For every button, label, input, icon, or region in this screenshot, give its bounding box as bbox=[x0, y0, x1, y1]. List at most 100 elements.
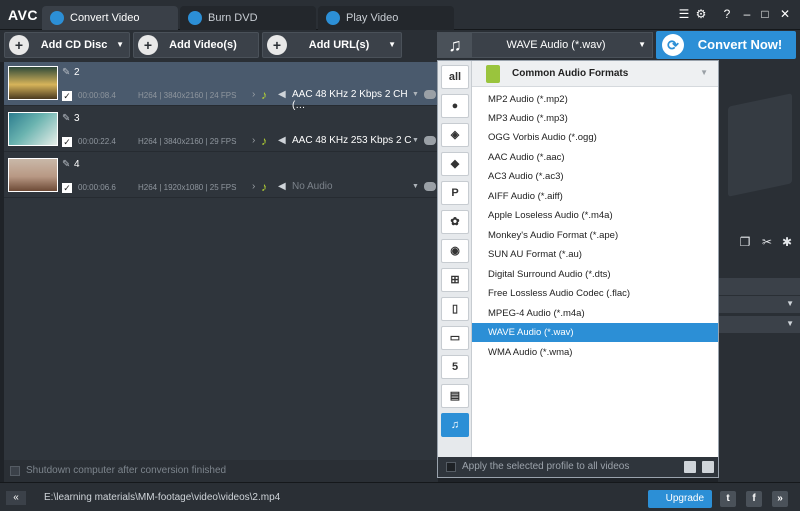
category-apple-icon[interactable]: ● bbox=[441, 94, 469, 118]
tab-play-video[interactable]: Play Video bbox=[318, 6, 454, 30]
category-lg-icon[interactable]: ◉ bbox=[441, 239, 469, 263]
menu-icon[interactable]: ☰ bbox=[677, 7, 691, 21]
add-url-icon: + bbox=[267, 35, 287, 55]
twitter-icon[interactable]: t bbox=[720, 491, 736, 507]
video-thumbnail bbox=[8, 112, 58, 146]
category-tv-icon[interactable]: ▭ bbox=[441, 326, 469, 350]
add-cd-disc-button[interactable]: + Add CD Disc ▼ bbox=[4, 32, 130, 58]
add-video-button[interactable]: + Add Video(s) bbox=[133, 32, 259, 58]
speaker-icon: ◀ bbox=[278, 89, 286, 100]
help-icon[interactable]: ? bbox=[720, 7, 734, 21]
video-info: H264 | 1920x1080 | 25 FPS bbox=[138, 183, 237, 192]
category-film-icon[interactable]: ▤ bbox=[441, 384, 469, 408]
profile-dropdown: all ● ◈ ◆ P ✿ ◉ ⊞ ▯ ▭ 5 ▤ ♫ Common Audio… bbox=[437, 60, 719, 478]
file-name: 4 bbox=[74, 159, 80, 170]
close-icon[interactable]: ✕ bbox=[778, 7, 792, 21]
chevron-down-icon: ▼ bbox=[412, 183, 419, 190]
format-item[interactable]: MP2 Audio (*.mp2) bbox=[472, 90, 718, 109]
chevron-down-icon[interactable]: ▼ bbox=[388, 33, 396, 57]
category-music-icon[interactable]: ♫ bbox=[441, 413, 469, 437]
chevron-down-icon: ▼ bbox=[638, 40, 646, 49]
category-huawei-icon[interactable]: ✿ bbox=[441, 210, 469, 234]
format-item[interactable]: Apple Loseless Audio (*.m4a) bbox=[472, 206, 718, 225]
format-item[interactable]: Monkey's Audio Format (*.ape) bbox=[472, 226, 718, 245]
category-html5-icon[interactable]: 5 bbox=[441, 355, 469, 379]
format-item[interactable]: AIFF Audio (*.aiff) bbox=[472, 187, 718, 206]
settings-row[interactable]: ▼ bbox=[718, 316, 800, 334]
button-label: Add URL(s) bbox=[308, 39, 370, 51]
file-checkbox[interactable]: ✓ bbox=[62, 183, 72, 193]
convert-now-button[interactable]: ⟳ Convert Now! bbox=[656, 31, 796, 59]
format-item[interactable]: AC3 Audio (*.ac3) bbox=[472, 167, 718, 186]
manage-profile-icon[interactable] bbox=[702, 461, 714, 473]
expand-icon[interactable]: » bbox=[772, 491, 788, 507]
chevron-right-icon: › bbox=[252, 135, 256, 146]
format-item[interactable]: OGG Vorbis Audio (*.ogg) bbox=[472, 128, 718, 147]
format-item-selected[interactable]: WAVE Audio (*.wav) bbox=[472, 323, 718, 342]
app-logo: AVC bbox=[8, 7, 39, 23]
shutdown-checkbox[interactable] bbox=[10, 466, 20, 476]
format-item[interactable]: AAC Audio (*.aac) bbox=[472, 148, 718, 167]
subtitle-icon[interactable] bbox=[424, 182, 436, 191]
category-playstation-icon[interactable]: P bbox=[441, 181, 469, 205]
speaker-icon: ◀ bbox=[278, 135, 286, 146]
video-info: H264 | 3840x2160 | 29 FPS bbox=[138, 137, 237, 146]
file-checkbox[interactable]: ✓ bbox=[62, 137, 72, 147]
music-note-icon: ♫ bbox=[438, 33, 472, 57]
category-android-tablet-icon[interactable]: ◈ bbox=[441, 123, 469, 147]
music-note-icon: ♪ bbox=[261, 134, 267, 148]
chevron-right-icon: › bbox=[252, 89, 256, 100]
minimize-icon[interactable]: – bbox=[740, 7, 754, 21]
format-group-header[interactable]: Common Audio Formats ▼ bbox=[472, 61, 718, 87]
button-label: Add CD Disc bbox=[40, 39, 108, 51]
subtitle-icon[interactable] bbox=[424, 136, 436, 145]
shutdown-option: Shutdown computer after conversion finis… bbox=[4, 460, 438, 482]
format-item[interactable]: WMA Audio (*.wma) bbox=[472, 343, 718, 362]
chevron-down-icon: ▼ bbox=[786, 299, 794, 308]
chevron-down-icon: ▼ bbox=[412, 137, 419, 144]
file-row[interactable]: ✎ 4 ✓ 00:00:06.6 H264 | 1920x1080 | 25 F… bbox=[4, 154, 438, 198]
apply-all-bar: Apply the selected profile to all videos bbox=[438, 457, 718, 477]
video-thumbnail bbox=[8, 158, 58, 192]
edit-icon[interactable]: ✎ bbox=[62, 113, 70, 124]
settings-row[interactable] bbox=[718, 278, 800, 296]
facebook-icon[interactable]: f bbox=[746, 491, 762, 507]
apply-all-checkbox[interactable] bbox=[446, 462, 456, 472]
edit-icon[interactable]: ✎ bbox=[62, 67, 70, 78]
add-url-button[interactable]: + Add URL(s) ▼ bbox=[262, 32, 402, 58]
edit-icon[interactable]: ✎ bbox=[62, 159, 70, 170]
tab-convert-video[interactable]: Convert Video bbox=[42, 6, 178, 30]
format-item[interactable]: Free Lossless Audio Codec (.flac) bbox=[472, 284, 718, 303]
shutdown-label: Shutdown computer after conversion finis… bbox=[26, 465, 227, 476]
format-item[interactable]: Digital Surround Audio (*.dts) bbox=[472, 265, 718, 284]
category-android-icon[interactable]: ◆ bbox=[441, 152, 469, 176]
maximize-icon[interactable]: □ bbox=[758, 7, 772, 21]
audio-track-select[interactable]: AAC 48 KHz 2 Kbps 2 CH (… bbox=[292, 89, 420, 111]
copy-icon[interactable]: ❐ bbox=[738, 235, 752, 249]
collapse-icon[interactable]: « bbox=[6, 491, 26, 505]
file-row[interactable]: ✎ 3 ✓ 00:00:22.4 H264 | 3840x2160 | 29 F… bbox=[4, 108, 438, 152]
output-profile-select[interactable]: ♫ WAVE Audio (*.wav) ▼ bbox=[437, 32, 653, 58]
settings-row[interactable]: ▼ bbox=[718, 296, 800, 314]
chevron-right-icon: › bbox=[252, 181, 256, 192]
duration: 00:00:22.4 bbox=[78, 137, 116, 146]
scissors-icon[interactable]: ✂ bbox=[760, 235, 774, 249]
gear-icon[interactable]: ⚙ bbox=[694, 7, 708, 21]
effects-icon[interactable]: ✱ bbox=[780, 235, 794, 249]
file-row[interactable]: ✎ 2 ✓ 00:00:08.4 H264 | 3840x2160 | 24 F… bbox=[4, 62, 438, 111]
format-item[interactable]: MPEG-4 Audio (*.m4a) bbox=[472, 304, 718, 323]
category-all-icon[interactable]: all bbox=[441, 65, 469, 89]
chevron-down-icon[interactable]: ▼ bbox=[116, 33, 124, 57]
tab-burn-dvd[interactable]: Burn DVD bbox=[180, 6, 316, 30]
audio-track-select[interactable]: AAC 48 KHz 253 Kbps 2 C bbox=[292, 135, 420, 149]
format-item[interactable]: MP3 Audio (*.mp3) bbox=[472, 109, 718, 128]
upgrade-button[interactable]: Upgrade bbox=[648, 490, 712, 508]
category-phone-icon[interactable]: ▯ bbox=[441, 297, 469, 321]
file-checkbox[interactable]: ✓ bbox=[62, 91, 72, 101]
category-windows-icon[interactable]: ⊞ bbox=[441, 268, 469, 292]
format-item[interactable]: SUN AU Format (*.au) bbox=[472, 245, 718, 264]
add-profile-icon[interactable] bbox=[684, 461, 696, 473]
chevron-down-icon[interactable]: ▼ bbox=[700, 68, 708, 77]
subtitle-icon[interactable] bbox=[424, 90, 436, 99]
audio-track-select[interactable]: No Audio bbox=[292, 181, 420, 195]
